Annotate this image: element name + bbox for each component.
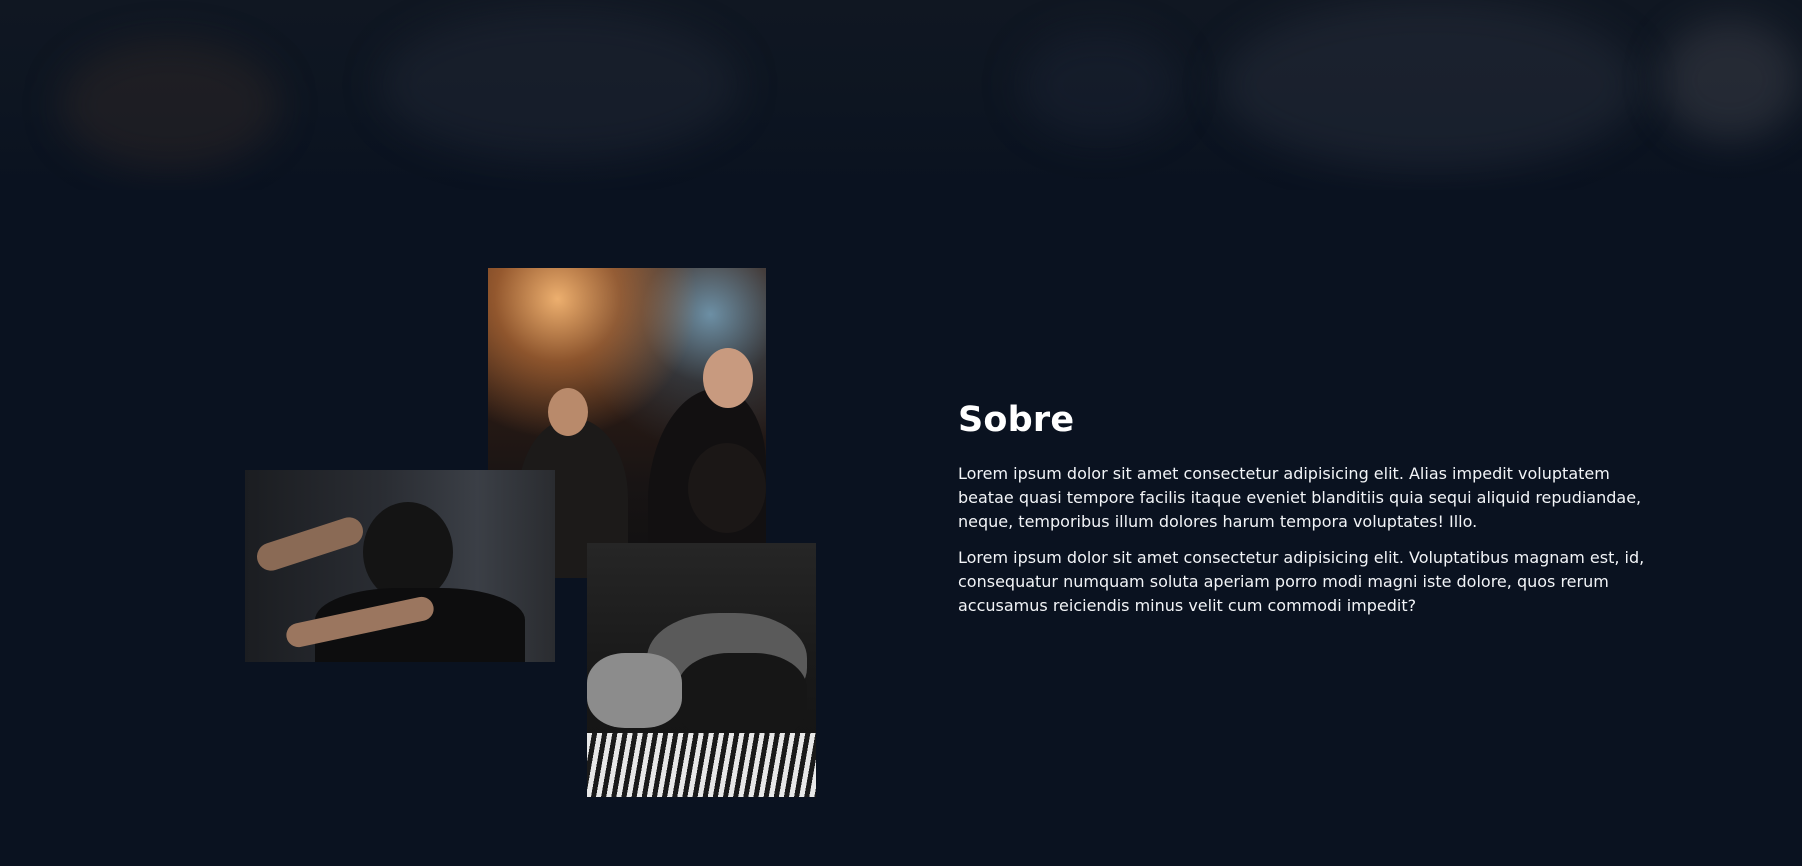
about-title: Sobre [958, 400, 1075, 440]
client-head-shape [548, 388, 588, 436]
client-hair-shape [688, 443, 766, 533]
barber-hand-shape [587, 653, 682, 728]
hero-blur-shape [380, 10, 740, 160]
about-paragraph-1: Lorem ipsum dolor sit amet consectetur a… [958, 464, 1642, 531]
hero-blur-shape [1020, 30, 1180, 140]
client-head-shape [363, 502, 453, 602]
hero-blur-shape [60, 40, 280, 170]
hero-blur-shape [1220, 0, 1640, 170]
beard-trim-photo [587, 543, 816, 797]
beard-shape [677, 653, 807, 743]
about-content: Sobre Lorem ipsum dolor sit amet consect… [958, 400, 1658, 630]
hero-background-fade [0, 0, 1802, 190]
hero-blur-shape [1660, 20, 1800, 140]
barber-arm-shape [253, 513, 367, 575]
haircut-photo [245, 470, 555, 662]
barber-face-shape [703, 348, 753, 408]
striped-cape-shape [587, 733, 816, 797]
about-paragraph-2: Lorem ipsum dolor sit amet consectetur a… [958, 548, 1645, 615]
